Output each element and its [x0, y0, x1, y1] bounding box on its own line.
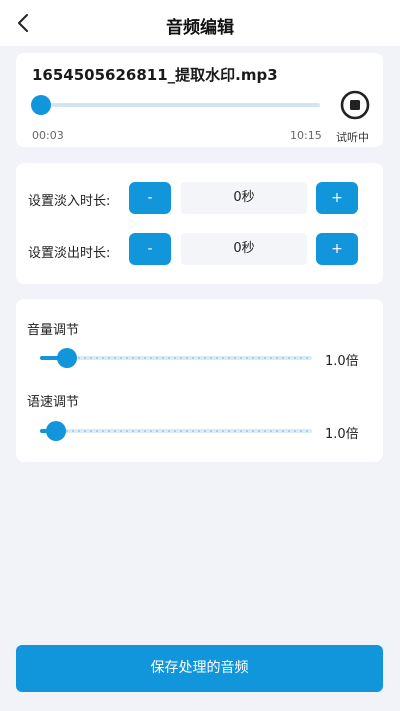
save-audio-button[interactable]: 保存处理的音频 [16, 645, 383, 692]
speed-slider-ticks [40, 430, 312, 432]
fade-in-increase-button[interactable]: + [316, 182, 358, 214]
fade-out-decrease-button[interactable]: - [129, 233, 171, 265]
speed-label: 语速调节 [27, 395, 80, 410]
fade-settings-card: 设置淡入时长: - 0秒 + 设置淡出时长: - 0秒 + [16, 163, 383, 284]
playback-progress-thumb[interactable] [31, 95, 52, 115]
volume-slider-ticks [40, 357, 312, 359]
fade-out-increase-button[interactable]: + [316, 233, 358, 265]
fade-in-label: 设置淡入时长: [28, 194, 111, 209]
speed-value: 1.0倍 [325, 427, 359, 442]
player-card: 1654505626811_提取水印.mp3 00:03 10:15 试听中 [16, 53, 383, 147]
fade-out-label: 设置淡出时长: [28, 246, 111, 261]
speed-slider-thumb[interactable] [46, 421, 67, 441]
fade-in-value: 0秒 [181, 182, 307, 214]
adjust-card: 音量调节 1.0倍 语速调节 1.0倍 [16, 299, 383, 462]
stop-circle-icon[interactable] [339, 89, 371, 121]
file-name: 1654505626811_提取水印.mp3 [32, 66, 278, 84]
preview-status: 试听中 [336, 131, 369, 144]
total-time: 10:15 [290, 129, 322, 142]
fade-in-decrease-button[interactable]: - [129, 182, 171, 214]
volume-slider[interactable] [40, 348, 312, 368]
playback-progress-slider[interactable] [31, 95, 320, 115]
current-time: 00:03 [32, 129, 64, 142]
volume-label: 音量调节 [27, 323, 80, 338]
page-title: 音频编辑 [166, 18, 234, 38]
volume-slider-thumb[interactable] [57, 348, 78, 368]
fade-out-value: 0秒 [181, 233, 307, 265]
speed-slider[interactable] [40, 421, 312, 441]
top-bar: 音频编辑 [0, 0, 400, 46]
volume-value: 1.0倍 [325, 354, 359, 369]
